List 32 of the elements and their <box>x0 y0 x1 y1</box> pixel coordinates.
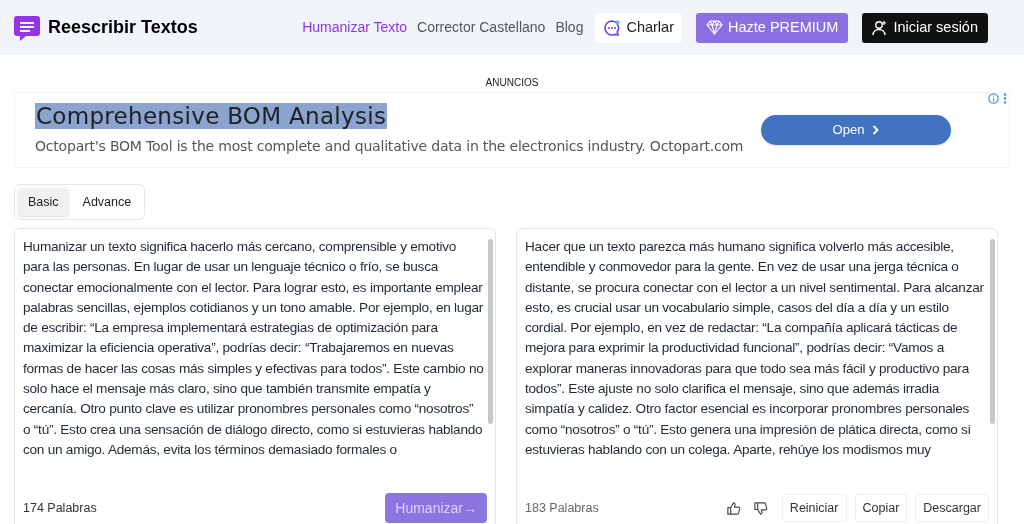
chevron-right-icon <box>872 125 880 135</box>
ad-description: Octopart's BOM Tool is the most complete and qualitative data in the electronics industry. Octopart.com <box>35 137 745 156</box>
more-icon[interactable] <box>1003 93 1007 104</box>
mode-tab[interactable]: Advance <box>72 188 142 216</box>
diamond-icon <box>706 20 723 35</box>
scrollbar[interactable] <box>488 239 493 424</box>
premium-button[interactable]: Hazte PREMIUM <box>696 12 849 43</box>
copy-button[interactable]: Copiar <box>854 494 908 522</box>
word-count: 174 Palabras <box>23 499 97 517</box>
ad-title[interactable]: Comprehensive BOM Analysis <box>35 103 388 129</box>
chat-button[interactable]: Charlar <box>595 12 682 43</box>
reset-button[interactable]: Reiniciar <box>781 494 847 522</box>
nav-link[interactable]: Corrector Castellano <box>417 17 546 38</box>
brand-name[interactable]: Reescribir Textos <box>48 14 198 41</box>
logo-icon <box>14 13 40 42</box>
output-text: Hacer que un texto parezca más humano significa volverlo más accesible, entendible y conmovedor para la gente. En vez de usar una jerga técnica o distante, se procura conectar con el lector a un nivel sentimental. Para alcanzar esto, es crucial usar un vocabulario simple, casos del día a día y un estilo cordial. Por ejemplo, en vez de redactar: “La compañía aplicará tácticas de mejora para exprimir la productividad funcional”, podrías decir: “Vamos a explorar maneras innovadoras para que todo sea más fácil y productivo para todos”. Este ajuste no solo clarifica el mensaje, sino que además irradia simpatía y calidez. Otro factor esencial es incorporar pronombres personales como “nosotros” o “tú”. Esto genera una impresión de plática directa, como si estuvieras hablando con un colega. Aparte, rehúye los modismos muy <box>524 238 985 459</box>
word-count: 183 Palabras <box>525 499 599 517</box>
mode-tab[interactable]: Basic <box>18 188 69 216</box>
user-icon <box>872 19 889 36</box>
download-button[interactable]: Descargar <box>915 494 989 522</box>
login-button[interactable]: Iniciar sesión <box>862 12 988 43</box>
ads-label: ANUNCIOS <box>484 76 540 90</box>
scrollbar[interactable] <box>990 239 995 424</box>
thumbs-down-icon[interactable] <box>752 500 768 516</box>
info-icon[interactable] <box>988 93 999 104</box>
ad-banner[interactable]: Comprehensive BOM Analysis Octopart's BOM Tool is the most complete and qualitative data in the electronics industry. Octopart.com Open <box>14 92 1010 168</box>
thumbs-up-icon[interactable] <box>725 500 741 516</box>
nav-link[interactable]: Blog <box>555 17 584 38</box>
nav-link[interactable]: Humanizar Texto <box>302 17 407 38</box>
open-button[interactable]: Open <box>761 115 951 145</box>
input-text[interactable]: Humanizar un texto significa hacerlo más cercano, comprensible y emotivo para las personas. En lugar de usar un lenguaje técnico o frío, se busca conectar emocionalmente con el lector. Para lograr esto, es importante emplear palabras sencillas, ejemplos cotidianos y un tono amable. Por ejemplo, en lugar de escribir: “La empresa implementará estrategias de optimización para maximizar la eficiencia operativa”, podrías decir: “Trabajaremos en nuevas formas de hacer las cosas más simples y efectivas para todos”. Este cambio no solo hace el mensaje más claro, sino que también transmite empatía y cercanía. Otro punto clave es utilizar pronombres personales como “nosotros” o “tú”. Esto crea una sensación de diálogo directo, como si estuvieras hablando con un amigo. Además, evita los términos demasiado formales o <box>15 237 488 491</box>
chat-icon <box>603 18 622 37</box>
